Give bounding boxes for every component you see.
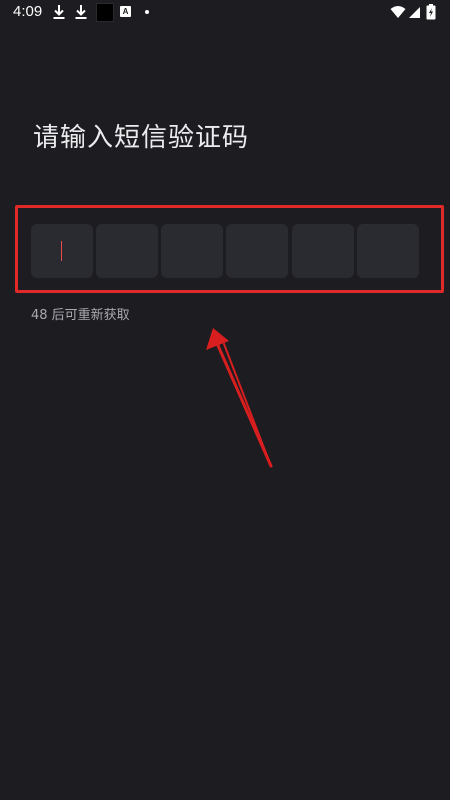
status-bar: 4:09 A [0, 0, 450, 24]
highlight-box [15, 205, 444, 293]
battery-charging-icon [426, 4, 436, 20]
a-notification-icon: A [120, 6, 131, 17]
black-square-icon [96, 3, 114, 22]
dot-icon [145, 10, 149, 14]
signal-icon [408, 4, 421, 20]
page-title: 请输入短信验证码 [33, 123, 250, 153]
sms-verification-screen: 4:09 A 请输入短信验证码 48 后可重新获取 [0, 0, 450, 800]
status-time: 4:09 [13, 3, 43, 20]
download-icon [52, 4, 66, 20]
download-icon [74, 4, 88, 20]
wifi-icon [390, 4, 406, 20]
resend-countdown: 48 后可重新获取 [31, 308, 130, 323]
